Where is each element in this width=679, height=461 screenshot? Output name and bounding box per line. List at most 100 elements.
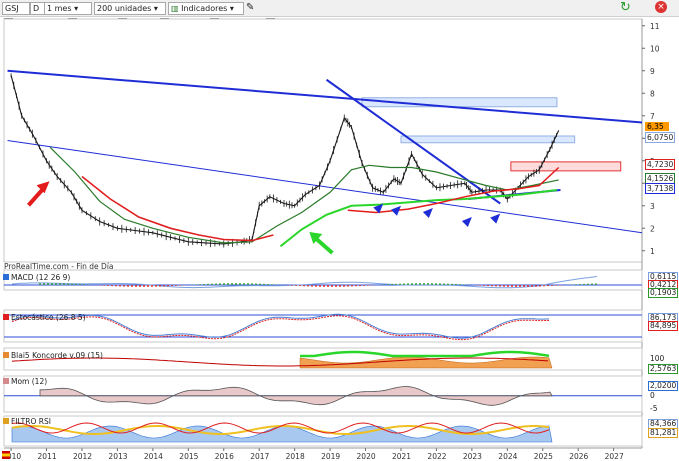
y-tick-label: 1 xyxy=(650,247,655,256)
x-tick-label: 2014 xyxy=(144,452,163,461)
x-tick-label: 2025 xyxy=(534,452,553,461)
period-label: 1 mes xyxy=(47,4,72,13)
sub-panel-frame xyxy=(3,415,643,447)
price-badge: 4,7230 xyxy=(645,159,676,170)
symbol-label: GSJ xyxy=(5,4,19,13)
blue-arrow xyxy=(390,205,401,216)
legend-item: SMA (200) xyxy=(210,18,260,28)
legend-item: SMA (120) xyxy=(266,18,316,28)
indicators-button[interactable]: ▥ Indicadores ▾ xyxy=(168,2,244,15)
price-badge: 6,0750 xyxy=(645,132,676,143)
koncorde-badge: 2,5763 xyxy=(648,364,679,374)
series-line-sma-20- xyxy=(49,146,559,244)
blue-arrow xyxy=(490,213,501,224)
x-tick-label: 2011 xyxy=(38,452,57,461)
chevron-down-icon: ▾ xyxy=(74,4,79,13)
rsi-badge: 81,281 xyxy=(648,428,679,438)
x-tick-label: 2022 xyxy=(427,452,446,461)
macd-badge: 0,1903 xyxy=(648,288,679,298)
y-tick-label: 9 xyxy=(650,67,655,76)
x-tick-label: 2016 xyxy=(215,452,234,461)
panel-label-koncorde: Blai5 Koncorde v.09 (15) xyxy=(3,351,103,360)
indicators-label: Indicadores xyxy=(181,4,228,13)
legend-item: SMA (40) xyxy=(68,18,113,28)
period-select[interactable]: 1 mes ▾ xyxy=(44,2,92,15)
price-badge-last: 6,35 xyxy=(645,122,669,131)
rsi-red-line xyxy=(11,422,550,434)
panel-label-rsi: FILTRO RSI xyxy=(3,417,51,426)
koncorde-orange-area xyxy=(299,356,553,369)
flag-icon xyxy=(2,451,10,459)
legend-item: Precio xyxy=(4,18,38,28)
koncorde-green-line xyxy=(300,350,550,358)
sub-panel-frame xyxy=(3,309,643,343)
indicators-icon: ▥ xyxy=(171,4,179,13)
koncorde-badge: 100 xyxy=(650,354,665,363)
close-icon[interactable]: × xyxy=(655,1,667,13)
main-plot-frame xyxy=(3,18,643,263)
red-arrow-shaft xyxy=(27,185,47,207)
green-arrow-head xyxy=(309,232,323,244)
trend-line xyxy=(7,69,643,124)
y-tick-label: 3 xyxy=(650,202,655,211)
wrench-icon[interactable]: ✎ xyxy=(246,2,254,13)
x-tick-label: 2020 xyxy=(357,452,376,461)
trend-line xyxy=(468,189,561,200)
stoch-badge: 84,895 xyxy=(648,321,679,331)
y-tick-label: 7 xyxy=(650,112,655,121)
y-tick-label: 2 xyxy=(650,224,655,233)
x-tick-label: 2021 xyxy=(392,452,411,461)
x-tick-label: 2023 xyxy=(463,452,482,461)
mom-area xyxy=(39,386,553,406)
mom-badge: 0 xyxy=(650,391,655,400)
print-icon[interactable]: ▤ xyxy=(54,18,62,27)
x-tick-label: 2018 xyxy=(286,452,305,461)
series-line-sma-40- xyxy=(81,175,274,242)
rsi-yellow-line xyxy=(11,425,550,435)
chevron-down-icon: ▾ xyxy=(229,4,234,13)
legend: Precio SMA (40) SMA (4) SMA (20) SMA (20… xyxy=(0,17,330,29)
refresh-icon[interactable]: ↻ xyxy=(620,0,631,15)
x-tick-label: 2019 xyxy=(321,452,340,461)
zone-box xyxy=(510,161,622,172)
chevron-down-icon: ▾ xyxy=(153,4,158,13)
toolbar: GSJ D 1 mes ▾ 200 unidades ▾ ▥ Indicador… xyxy=(0,0,679,17)
series-line-precio xyxy=(10,75,560,245)
units-select[interactable]: 200 unidades ▾ xyxy=(94,2,166,15)
x-tick-label: 2026 xyxy=(569,452,588,461)
mom-badge: -5 xyxy=(650,404,658,413)
series-line-sma-120- xyxy=(347,166,560,214)
blue-arrow xyxy=(422,208,433,218)
price-badge: 3,7138 xyxy=(645,183,676,194)
symbol-input[interactable]: GSJ xyxy=(2,2,30,15)
units-label: 200 unidades xyxy=(97,4,152,13)
x-tick-label: 2024 xyxy=(498,452,517,461)
y-tick-label: 11 xyxy=(650,22,660,31)
x-tick-label: 2013 xyxy=(108,452,127,461)
x-tick-label: 2015 xyxy=(179,452,198,461)
legend-item: SMA (20) xyxy=(160,18,205,28)
x-tick-label: 2012 xyxy=(73,452,92,461)
red-arrow-head xyxy=(36,181,50,194)
chart-area: 1234567891011 20102011201220132014201520… xyxy=(2,18,660,461)
mom-badge: 2,0200 xyxy=(648,381,679,391)
zone-box xyxy=(361,97,558,108)
source-text: ProRealTime.com - Fin de Día xyxy=(4,262,114,271)
trend-line xyxy=(325,78,501,205)
green-arrow-shaft xyxy=(314,236,334,255)
rsi-area xyxy=(11,425,553,443)
stoch-d-line xyxy=(11,315,550,341)
sub-panel-frame xyxy=(3,375,643,413)
panel-label-mom: Mom (12) xyxy=(3,377,47,386)
series-line-sma-200- xyxy=(279,189,558,248)
blue-arrow xyxy=(461,217,472,227)
y-tick-label: 10 xyxy=(650,44,660,53)
legend-item: SMA (4) xyxy=(118,18,158,28)
trend-line xyxy=(7,140,643,234)
panel-label-macd: MACD (12 26 9) xyxy=(3,273,70,282)
macd-line xyxy=(11,276,598,289)
stoch-k-line xyxy=(11,313,550,339)
x-tick-label: 2027 xyxy=(605,452,624,461)
y-tick-label: 8 xyxy=(650,89,655,98)
x-tick-label: 2017 xyxy=(250,452,269,461)
